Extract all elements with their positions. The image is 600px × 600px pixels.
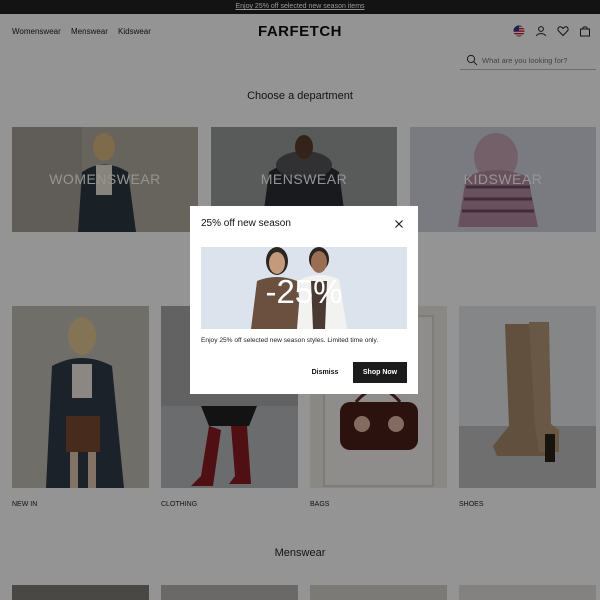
- banner-discount: -25%: [265, 273, 343, 310]
- promo-modal: 25% off new season -25% Enjoy 25% off se…: [190, 206, 418, 394]
- modal-description: Enjoy 25% off selected new season styles…: [201, 337, 379, 344]
- promo-banner: -25%: [201, 247, 407, 329]
- dismiss-button[interactable]: Dismiss: [303, 362, 347, 383]
- close-icon[interactable]: [393, 218, 405, 230]
- modal-title: 25% off new season: [201, 218, 291, 229]
- shop-now-button[interactable]: Shop Now: [353, 362, 407, 383]
